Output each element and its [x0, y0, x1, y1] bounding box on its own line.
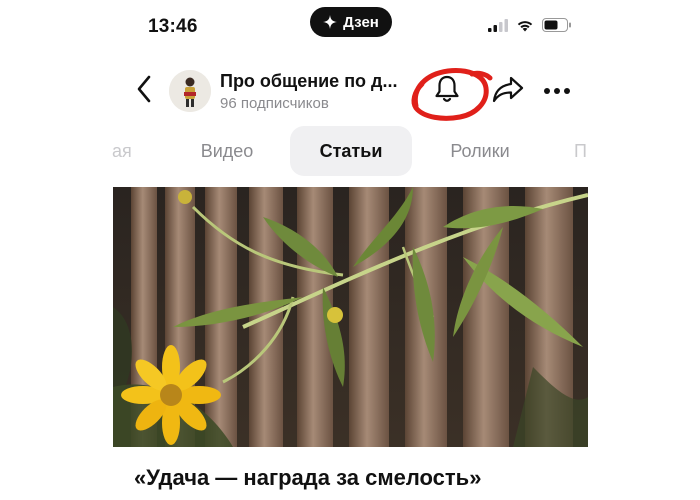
sparkle-icon: [323, 15, 338, 29]
more-options-button[interactable]: [540, 74, 574, 108]
back-button[interactable]: [130, 74, 158, 108]
tab-partial-right[interactable]: П: [574, 126, 594, 176]
cellular-signal-icon: [488, 18, 508, 37]
system-icons: [488, 18, 572, 37]
status-time: 13:46: [148, 16, 198, 37]
tab-partial-left[interactable]: ая: [112, 126, 142, 176]
article-cover-image[interactable]: [113, 187, 588, 447]
channel-header: Про общение по д... 96 подписчиков: [0, 60, 700, 120]
tab-video[interactable]: Видео: [186, 126, 268, 176]
subscriber-count: 96 подписчиков: [220, 95, 329, 112]
more-dots-icon: [543, 82, 571, 100]
wifi-icon: [516, 19, 534, 37]
subscribe-notifications-button[interactable]: [430, 74, 464, 108]
channel-avatar[interactable]: [169, 70, 211, 112]
channel-name[interactable]: Про общение по д...: [220, 71, 398, 92]
status-bar: 13:46 Дзен: [0, 0, 700, 56]
battery-icon: [542, 18, 572, 37]
bell-icon: [433, 74, 461, 109]
share-arrow-icon: [492, 75, 524, 108]
channel-tabs: ая Видео Статьи Ролики П: [0, 126, 700, 176]
tab-articles[interactable]: Статьи: [290, 126, 412, 176]
tab-shorts[interactable]: Ролики: [434, 126, 526, 176]
chevron-left-icon: [136, 75, 152, 108]
dzen-pill-label: Дзен: [343, 13, 379, 31]
share-button[interactable]: [490, 74, 526, 108]
article-title[interactable]: «Удача — награда за смелость»: [134, 465, 481, 491]
dzen-app-pill[interactable]: Дзен: [310, 7, 392, 37]
